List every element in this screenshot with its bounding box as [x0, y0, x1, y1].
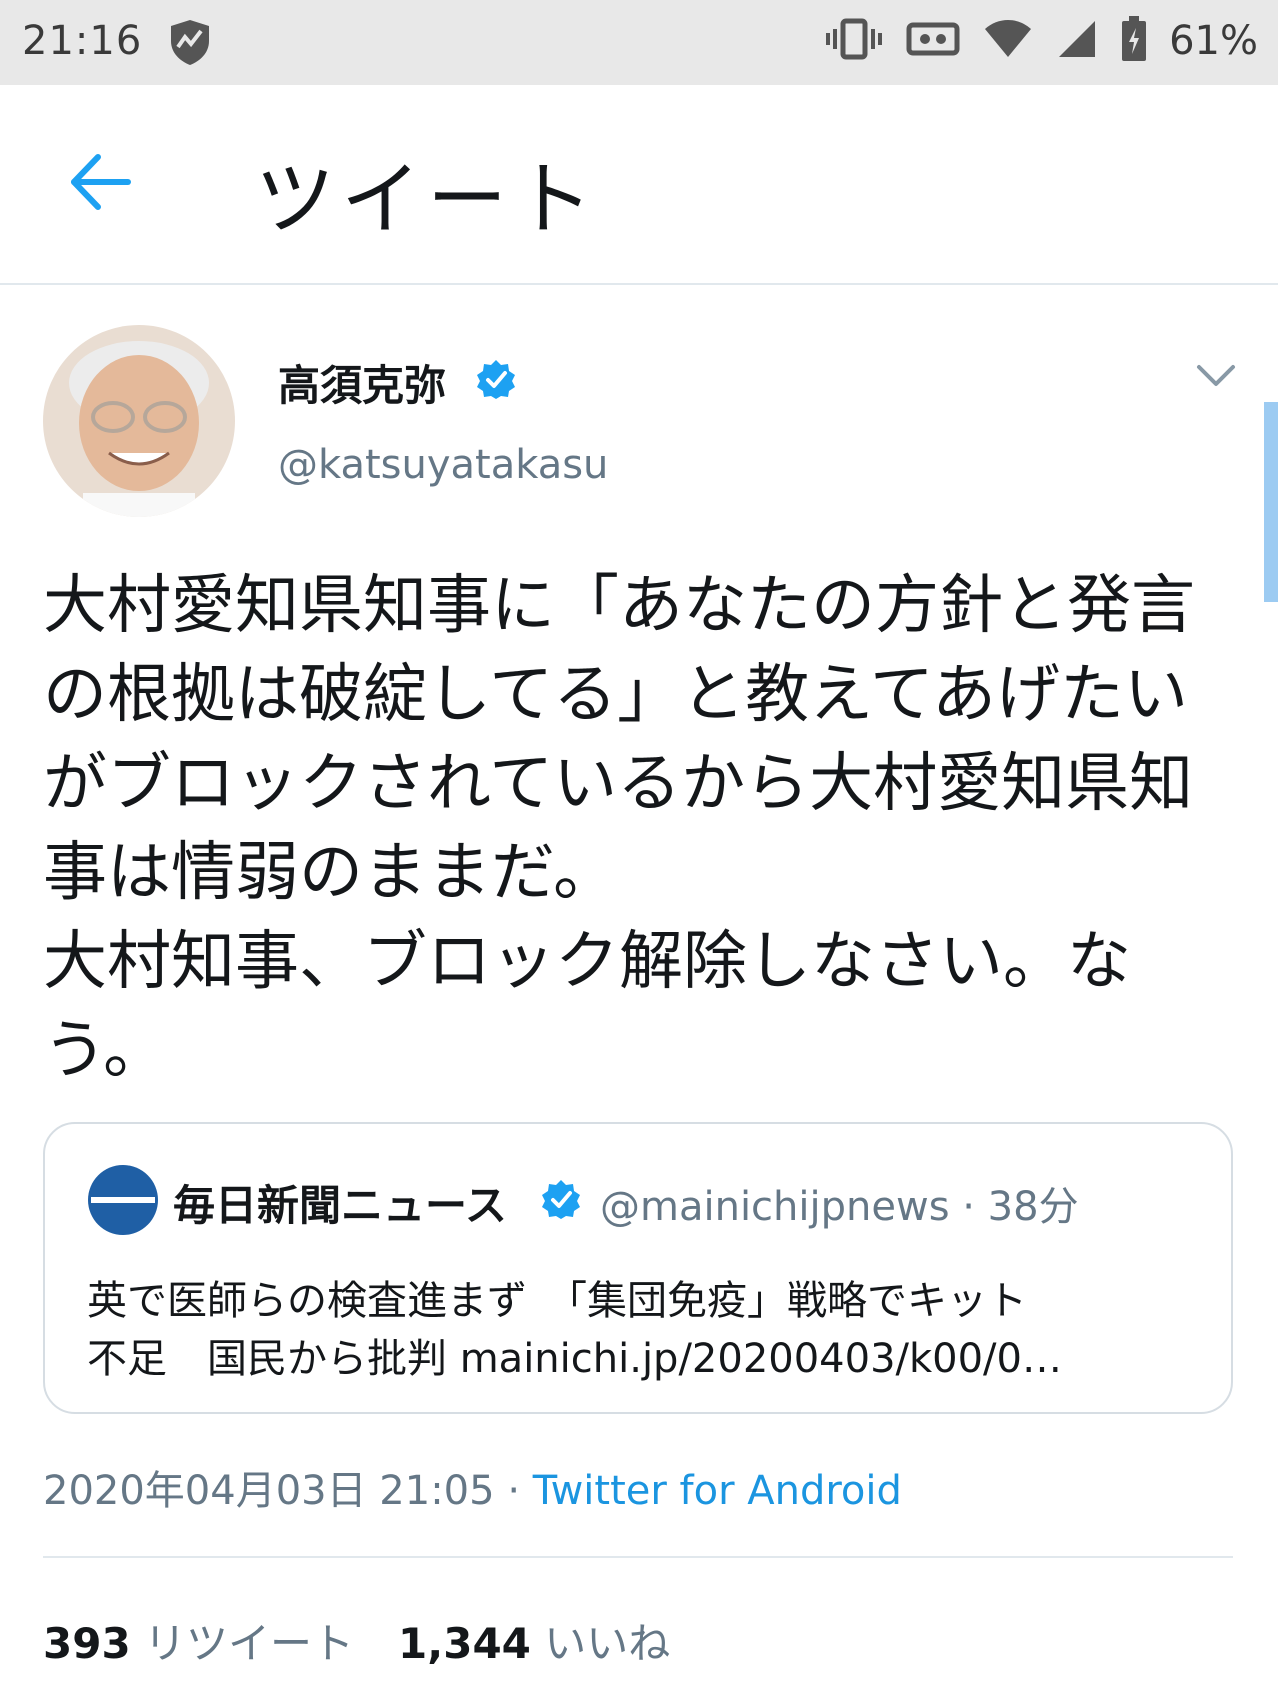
status-icons: 61% — [825, 16, 1258, 66]
meta-separator: · — [507, 1468, 521, 1514]
signal-icon — [1055, 17, 1099, 65]
more-options-button[interactable] — [1196, 362, 1236, 394]
tweet-timestamp: 2020年04月03日 21:05 — [43, 1468, 495, 1514]
retweet-count: 393 — [43, 1619, 131, 1668]
shield-app-icon — [165, 17, 215, 71]
tweet-source-link[interactable]: Twitter for Android — [533, 1468, 902, 1514]
verified-icon — [476, 359, 516, 403]
likes-stat[interactable]: 1,344 いいね — [398, 1619, 670, 1668]
vibrate-icon — [825, 17, 883, 65]
like-count: 1,344 — [398, 1619, 531, 1668]
author-handle[interactable]: @katsuyatakasu — [278, 442, 608, 488]
app-bar: ツイート — [0, 85, 1278, 285]
wifi-icon — [983, 17, 1033, 65]
tweet-stats: 393 リツイート 1,344 いいね — [43, 1610, 670, 1671]
back-button[interactable] — [66, 147, 136, 217]
battery-icon — [1121, 16, 1147, 66]
verified-icon — [541, 1179, 581, 1223]
avatar[interactable] — [43, 325, 235, 517]
tweet-meta: 2020年04月03日 21:05 · Twitter for Android — [43, 1458, 902, 1516]
page-title: ツイート — [255, 153, 599, 246]
battery-percent: 61% — [1169, 18, 1258, 64]
tweet-text: 大村愛知県知事に「あなたの方針と発言 の根拠は破綻してる」と教えてあげたい がブ… — [43, 569, 1195, 1088]
quoted-author-name: 毎日新聞ニュース — [173, 1181, 507, 1230]
scrollbar-thumb[interactable] — [1264, 402, 1278, 602]
retweet-label: リツイート — [144, 1619, 355, 1668]
data-saver-icon — [905, 17, 961, 65]
mainichi-logo — [87, 1164, 159, 1236]
quoted-tweet-card[interactable]: 毎日新聞ニュース @mainichijpnews · 38分 英で医師らの検査進… — [43, 1122, 1233, 1414]
back-arrow-icon — [71, 154, 131, 210]
quoted-time: · 38分 — [962, 1184, 1079, 1230]
author-name[interactable]: 高須克弥 — [278, 352, 446, 413]
quoted-handle-text: @mainichijpnews — [600, 1184, 950, 1230]
quoted-tweet-text: 英で医師らの検査進まず 「集団免疫」戦略でキット 不足 国民から批判 maini… — [87, 1278, 1062, 1382]
status-bar: 21:16 61% — [0, 0, 1278, 85]
like-label: いいね — [544, 1619, 671, 1668]
divider — [43, 1556, 1233, 1558]
quoted-author-handle: @mainichijpnews · 38分 — [600, 1174, 1079, 1232]
status-time: 21:16 — [22, 18, 143, 64]
chevron-down-icon — [1197, 365, 1235, 386]
retweets-stat[interactable]: 393 リツイート — [43, 1619, 354, 1668]
